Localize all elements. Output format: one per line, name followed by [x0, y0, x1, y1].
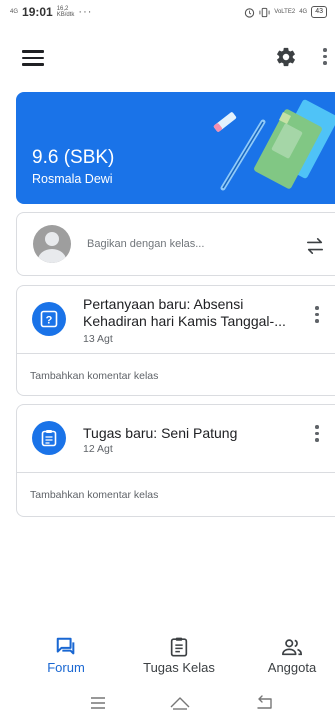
- status-bar: 4G 19:01 16,2 KB/dtk ··· VoLTE2 4G 43: [0, 0, 335, 24]
- gear-icon[interactable]: [275, 46, 297, 68]
- top-app-bar: [0, 28, 335, 84]
- question-icon: ?: [32, 302, 66, 336]
- svg-text:?: ?: [46, 315, 53, 327]
- volte-indicator: VoLTE2: [274, 9, 296, 15]
- back-icon[interactable]: [253, 694, 277, 712]
- add-class-comment-link[interactable]: Tambahkan komentar kelas: [17, 354, 335, 382]
- notification-dots: ···: [78, 6, 93, 18]
- share-input[interactable]: Bagikan dengan kelas...: [87, 238, 204, 250]
- network-indicator: 4G: [299, 9, 308, 15]
- system-navigation-bar: [0, 690, 335, 717]
- classwork-icon: [170, 637, 188, 657]
- assignment-icon: [32, 421, 66, 455]
- clock: 19:01: [22, 5, 53, 19]
- post-title[interactable]: Tugas baru: Seni Patung: [83, 425, 293, 442]
- tab-forum[interactable]: Forum: [38, 636, 94, 684]
- forum-icon: [56, 637, 75, 655]
- tab-label: Forum: [47, 660, 85, 675]
- post-title[interactable]: Pertanyaan baru: Absensi Kehadiran hari …: [83, 296, 293, 330]
- bottom-navigation: Forum Tugas Kelas Anggota: [0, 636, 335, 684]
- post-date: 13 Agt: [83, 333, 113, 345]
- vibrate-icon: [259, 7, 270, 17]
- people-icon: [282, 639, 302, 656]
- class-banner[interactable]: 9.6 (SBK) Rosmala Dewi: [16, 92, 335, 204]
- battery-indicator: 43: [311, 6, 327, 18]
- tab-people[interactable]: Anggota: [258, 636, 326, 684]
- signal-indicator: 4G: [10, 9, 19, 15]
- avatar: [33, 225, 71, 263]
- share-with-class-box[interactable]: Bagikan dengan kelas...: [16, 212, 335, 276]
- more-vert-icon[interactable]: [314, 306, 320, 324]
- swap-icon[interactable]: [304, 237, 326, 255]
- more-vert-icon[interactable]: [314, 425, 320, 443]
- course-title: 9.6 (SBK): [32, 147, 115, 168]
- tab-label: Anggota: [267, 660, 317, 675]
- home-icon[interactable]: [168, 694, 192, 712]
- menu-icon[interactable]: [86, 694, 110, 712]
- teacher-name: Rosmala Dewi: [32, 172, 113, 186]
- stream-post[interactable]: Tugas baru: Seni Patung 12 Agt Tambahkan…: [16, 404, 335, 517]
- tab-label: Tugas Kelas: [143, 660, 215, 675]
- network-speed: 16,2 KB/dtk: [56, 6, 75, 18]
- stream-post[interactable]: ? Pertanyaan baru: Absensi Kehadiran har…: [16, 285, 335, 396]
- banner-illustration: [213, 99, 335, 191]
- hamburger-icon[interactable]: [22, 50, 44, 66]
- tab-classwork[interactable]: Tugas Kelas: [134, 636, 224, 684]
- more-vert-icon[interactable]: [322, 48, 328, 66]
- alarm-icon: [245, 7, 255, 18]
- add-class-comment-link[interactable]: Tambahkan komentar kelas: [17, 473, 335, 501]
- post-date: 12 Agt: [83, 443, 113, 455]
